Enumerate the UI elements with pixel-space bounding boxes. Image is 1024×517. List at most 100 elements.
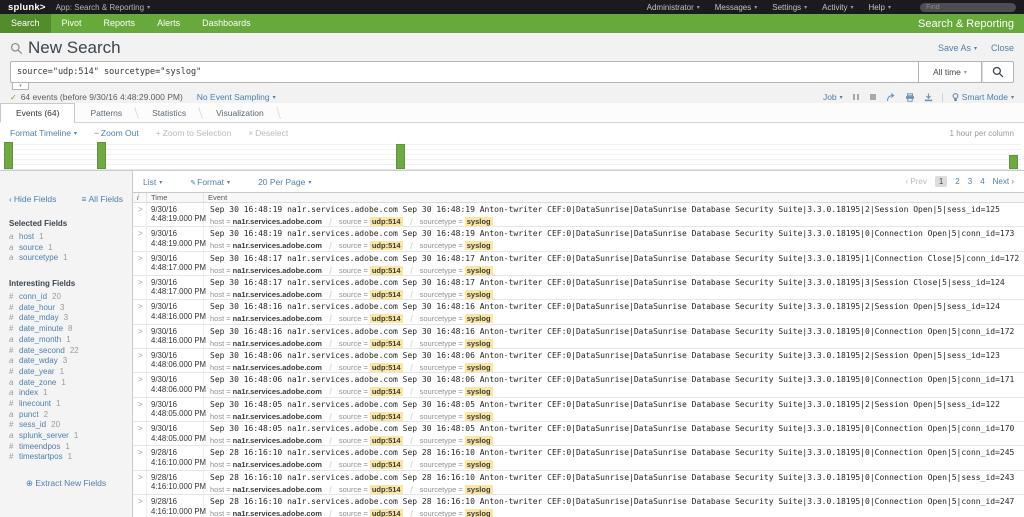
event-raw-text[interactable]: Sep 30 16:48:06 na1r.services.adobe.com … [210, 351, 1024, 361]
topbar-menu-settings[interactable]: Settings▾ [772, 3, 807, 12]
close-button[interactable]: Close [991, 43, 1014, 53]
field-date-second[interactable]: #date_second22 [0, 346, 132, 357]
field-name[interactable]: source [19, 243, 43, 254]
field-value[interactable]: syslog [465, 485, 493, 494]
nav-item-reports[interactable]: Reports [93, 14, 147, 33]
field-value[interactable]: na1r.services.adobe.com [233, 290, 322, 299]
field-date-zone[interactable]: adate_zone1 [0, 378, 132, 389]
event-raw-text[interactable]: Sep 30 16:48:19 na1r.services.adobe.com … [210, 205, 1024, 215]
field-date-mday[interactable]: #date_mday3 [0, 313, 132, 324]
tab-visualization[interactable]: Visualization [201, 104, 279, 122]
field-date-hour[interactable]: #date_hour3 [0, 303, 132, 314]
field-date-month[interactable]: adate_month1 [0, 335, 132, 346]
expand-chevron-icon[interactable]: > [138, 351, 143, 360]
field-timestartpos[interactable]: #timestartpos1 [0, 452, 132, 463]
event-raw-text[interactable]: Sep 30 16:48:16 na1r.services.adobe.com … [210, 302, 1024, 312]
format-menu[interactable]: ✎Format▾ [190, 177, 230, 187]
event-sampling-menu[interactable]: No Event Sampling▾ [197, 92, 276, 102]
share-icon[interactable] [886, 93, 896, 102]
event-raw-text[interactable]: Sep 30 16:48:16 na1r.services.adobe.com … [210, 327, 1024, 337]
event-raw-text[interactable]: Sep 30 16:48:05 na1r.services.adobe.com … [210, 400, 1024, 410]
field-source[interactable]: asource1 [0, 243, 132, 254]
field-value[interactable]: udp:514 [370, 387, 403, 396]
field-value[interactable]: udp:514 [370, 412, 403, 421]
timeline-bar-2[interactable] [97, 142, 106, 169]
event-raw-text[interactable]: Sep 30 16:48:06 na1r.services.adobe.com … [210, 375, 1024, 385]
field-punct[interactable]: apunct2 [0, 410, 132, 421]
prev-page-button[interactable]: ‹ Prev [906, 177, 927, 186]
timeline-bar-4[interactable] [1009, 155, 1018, 169]
page-1[interactable]: 1 [935, 176, 947, 187]
run-search-button[interactable] [982, 61, 1014, 83]
stop-icon[interactable] [869, 93, 877, 101]
field-name[interactable]: date_hour [19, 303, 55, 314]
topbar-menu-help[interactable]: Help▾ [869, 3, 891, 12]
field-value[interactable]: udp:514 [370, 460, 403, 469]
event-raw-text[interactable]: Sep 30 16:48:05 na1r.services.adobe.com … [210, 424, 1024, 434]
field-value[interactable]: syslog [465, 436, 493, 445]
per-page-menu[interactable]: 20 Per Page▾ [258, 177, 311, 187]
field-name[interactable]: punct [19, 410, 39, 421]
tab-patterns[interactable]: Patterns [75, 104, 137, 122]
field-name[interactable]: linecount [19, 399, 51, 410]
expand-chevron-icon[interactable]: > [138, 327, 143, 336]
time-range-picker[interactable]: All time▾ [919, 61, 982, 83]
zoom-out-button[interactable]: −Zoom Out [94, 128, 139, 138]
field-value[interactable]: syslog [465, 217, 493, 226]
event-timeline-chart[interactable] [3, 142, 1021, 170]
field-name[interactable]: timeendpos [19, 442, 60, 453]
expand-chevron-icon[interactable]: > [138, 473, 143, 482]
field-conn-id[interactable]: #conn_id20 [0, 292, 132, 303]
extract-new-fields-link[interactable]: ⊕ Extract New Fields [0, 478, 132, 489]
field-value[interactable]: udp:514 [370, 241, 403, 250]
field-value[interactable]: na1r.services.adobe.com [233, 217, 322, 226]
event-raw-text[interactable]: Sep 30 16:48:17 na1r.services.adobe.com … [210, 278, 1024, 288]
event-raw-text[interactable]: Sep 28 16:16:10 na1r.services.adobe.com … [210, 473, 1024, 483]
field-name[interactable]: date_second [19, 346, 65, 357]
field-value[interactable]: udp:514 [370, 290, 403, 299]
field-name[interactable]: timestartpos [19, 452, 63, 463]
field-value[interactable]: na1r.services.adobe.com [233, 436, 322, 445]
expand-chevron-icon[interactable]: > [138, 497, 143, 506]
nav-item-dashboards[interactable]: Dashboards [191, 14, 262, 33]
topbar-menu-messages[interactable]: Messages▾ [715, 3, 757, 12]
field-value[interactable]: na1r.services.adobe.com [233, 339, 322, 348]
topbar-menu-administrator[interactable]: Administrator▾ [647, 3, 700, 12]
field-value[interactable]: syslog [465, 266, 493, 275]
all-fields-button[interactable]: ≡All Fields [82, 194, 123, 204]
expand-chevron-icon[interactable]: > [138, 400, 143, 409]
field-host[interactable]: ahost1 [0, 232, 132, 243]
tab-events-64[interactable]: Events (64) [0, 103, 75, 123]
expand-chevron-icon[interactable]: > [138, 448, 143, 457]
field-value[interactable]: udp:514 [370, 217, 403, 226]
field-name[interactable]: date_zone [19, 378, 56, 389]
expand-chevron-icon[interactable]: > [138, 278, 143, 287]
field-splunk-server[interactable]: asplunk_server1 [0, 431, 132, 442]
field-value[interactable]: syslog [465, 387, 493, 396]
next-page-button[interactable]: Next › [993, 177, 1014, 186]
field-name[interactable]: index [19, 388, 38, 399]
field-linecount[interactable]: #linecount1 [0, 399, 132, 410]
field-name[interactable]: conn_id [19, 292, 47, 303]
page-3[interactable]: 3 [968, 177, 972, 186]
field-date-minute[interactable]: #date_minute8 [0, 324, 132, 335]
nav-item-pivot[interactable]: Pivot [51, 14, 93, 33]
expand-chevron-icon[interactable]: > [138, 254, 143, 263]
search-assistant-toggle[interactable]: ▾ [12, 83, 29, 90]
field-date-year[interactable]: #date_year1 [0, 367, 132, 378]
job-menu[interactable]: Job▾ [823, 92, 843, 102]
print-icon[interactable] [905, 93, 915, 102]
field-value[interactable]: syslog [465, 363, 493, 372]
app-menu[interactable]: App: Search & Reporting▾ [56, 3, 151, 12]
field-name[interactable]: date_mday [19, 313, 59, 324]
field-value[interactable]: udp:514 [370, 314, 403, 323]
zoom-to-selection-button[interactable]: +Zoom to Selection [156, 128, 231, 138]
expand-chevron-icon[interactable]: > [138, 375, 143, 384]
field-value[interactable]: udp:514 [370, 339, 403, 348]
timeline-bar-1[interactable] [4, 142, 13, 169]
field-value[interactable]: na1r.services.adobe.com [233, 460, 322, 469]
field-value[interactable]: udp:514 [370, 485, 403, 494]
field-value[interactable]: syslog [465, 460, 493, 469]
tab-statistics[interactable]: Statistics [137, 104, 201, 122]
find-input[interactable] [920, 3, 1016, 12]
